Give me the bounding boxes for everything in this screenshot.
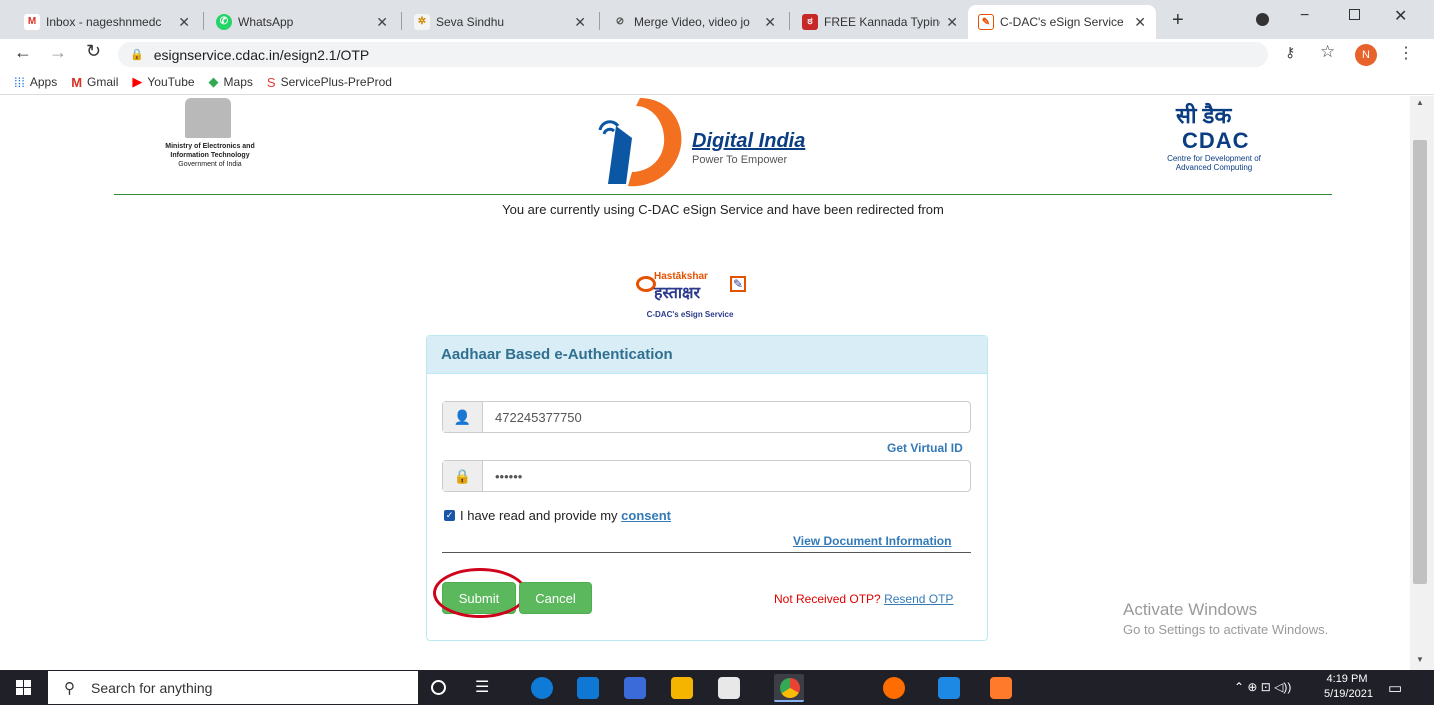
task-view-icon[interactable]: ☰ [475, 677, 489, 697]
form-divider [442, 552, 971, 553]
close-icon[interactable]: ✕ [376, 14, 388, 31]
view-document-link[interactable]: View Document Information [793, 534, 951, 548]
cdac-logo: CDAC [1182, 128, 1250, 153]
lock-icon: 🔒 [130, 49, 144, 61]
tab-strip: M Inbox - nageshnmedc ✕ ✆ WhatsApp ✕ ✲ S… [0, 0, 1434, 39]
bookmark-gmail[interactable]: M Gmail [71, 75, 118, 90]
recorder-app-icon[interactable] [990, 677, 1012, 699]
clock[interactable]: 4:19 PM 5/19/2021 [1324, 672, 1373, 702]
hastakshar-swirl-icon [636, 276, 656, 292]
get-virtual-id-link[interactable]: Get Virtual ID [887, 441, 963, 455]
store-icon[interactable] [718, 677, 740, 699]
notification-icon[interactable]: ▭ [1388, 679, 1402, 697]
scroll-down-icon[interactable]: ▼ [1416, 655, 1424, 664]
close-icon[interactable]: ✕ [574, 14, 586, 31]
digital-india-logo [598, 98, 682, 187]
consent-checkbox[interactable]: ✓ [444, 510, 455, 521]
resend-otp-link[interactable]: Resend OTP [884, 592, 953, 606]
whatsapp-icon: ✆ [216, 14, 232, 30]
forward-arrow-icon[interactable]: → [49, 42, 67, 63]
tab-seva-sindhu[interactable]: ✲ Seva Sindhu ✕ [404, 5, 596, 39]
cancel-button[interactable]: Cancel [519, 582, 592, 614]
bookmark-apps[interactable]: ⁞⁞⁞ Apps [14, 75, 57, 90]
tab-cdac-esign[interactable]: ✎ C-DAC's eSign Service ✕ [968, 5, 1156, 39]
emblem-icon [185, 98, 231, 138]
edge-icon[interactable] [531, 677, 553, 699]
aadhaar-input[interactable]: 👤 472245377750 [442, 401, 971, 433]
restore-button[interactable] [1349, 9, 1360, 20]
chrome-icon [780, 678, 800, 698]
key-icon[interactable]: ⚷ [1285, 44, 1295, 61]
close-window-button[interactable]: ✕ [1394, 6, 1407, 26]
meity-text: Ministry of Electronics and Information … [165, 143, 255, 168]
maps-icon: ◆ [208, 74, 219, 89]
tab-kannada-typing[interactable]: ಠ FREE Kannada Typing | ✕ [792, 5, 968, 39]
redirect-notice: You are currently using C-DAC eSign Serv… [502, 202, 944, 217]
tab-gmail[interactable]: M Inbox - nageshnmedc ✕ [14, 5, 200, 39]
gmail-icon: M [71, 74, 83, 90]
file-explorer-icon[interactable] [671, 677, 693, 699]
cortana-icon[interactable] [431, 680, 446, 695]
tab-search-icon[interactable] [1256, 13, 1269, 26]
close-icon[interactable]: ✕ [1134, 14, 1146, 31]
pen-icon: ✎ [730, 276, 746, 292]
scroll-up-icon[interactable]: ▲ [1416, 98, 1424, 107]
tray-icons[interactable]: ⌃ ⊕ ⊡ ◁)) [1234, 680, 1291, 694]
new-tab-button[interactable]: + [1172, 9, 1184, 32]
word-icon[interactable] [624, 677, 646, 699]
serviceplus-icon: S [266, 74, 276, 90]
consent-text: I have read and provide my consent [460, 508, 672, 523]
bookmark-maps[interactable]: ◆ Maps [209, 74, 253, 90]
activate-title: Activate Windows [1123, 600, 1258, 619]
header-divider [114, 194, 1332, 195]
link-icon: ⊘ [612, 14, 628, 30]
close-icon[interactable]: ✕ [764, 14, 776, 31]
otp-input[interactable]: 🔒 •••••• [442, 460, 971, 492]
star-icon[interactable]: ☆ [1320, 42, 1335, 62]
search-icon: ⚲ [64, 679, 75, 697]
pen-app-icon[interactable] [938, 677, 960, 699]
bookmark-serviceplus[interactable]: S ServicePlus-PreProd [267, 75, 392, 90]
kannada-typing-icon: ಠ [802, 14, 818, 30]
taskbar-search[interactable]: ⚲ Search for anything [48, 671, 418, 704]
windows-start-icon[interactable] [16, 680, 31, 695]
minimize-button[interactable]: − [1300, 7, 1309, 25]
browser-toolbar: ← → ↻ 🔒 esignservice.cdac.in/esign2.1/OT… [0, 39, 1434, 70]
scrollbar-thumb[interactable] [1413, 140, 1427, 584]
tab-whatsapp[interactable]: ✆ WhatsApp ✕ [206, 5, 398, 39]
highlight-circle [433, 568, 527, 618]
lock-icon: 🔒 [443, 461, 483, 491]
activate-subtitle: Go to Settings to activate Windows. [1123, 622, 1329, 637]
panel-heading: Aadhaar Based e-Authentication [427, 336, 987, 374]
esign-icon: ✎ [978, 14, 994, 30]
gmail-icon: M [24, 14, 40, 30]
bookmarks-bar: ⁞⁞⁞ Apps M Gmail ▶ YouTube ◆ Maps S ServicePl… [0, 70, 1434, 95]
seva-sindhu-icon: ✲ [414, 14, 430, 30]
bookmark-youtube[interactable]: ▶ YouTube [132, 74, 194, 90]
apps-grid-icon: ⁞⁞⁞ [14, 74, 25, 90]
youtube-icon: ▶ [132, 74, 143, 89]
paint-app-icon[interactable] [883, 677, 905, 699]
profile-avatar[interactable]: N [1355, 44, 1377, 66]
user-icon: 👤 [443, 402, 483, 432]
consent-link[interactable]: consent [621, 508, 671, 523]
otp-resend-text: Not Received OTP? Resend OTP [774, 592, 954, 606]
back-arrow-icon[interactable]: ← [14, 42, 32, 63]
menu-icon[interactable]: ⋮ [1398, 43, 1414, 63]
mail-icon[interactable] [577, 677, 599, 699]
cdac-text: Centre for Development of Advanced Compu… [1167, 154, 1261, 172]
address-bar[interactable]: 🔒 esignservice.cdac.in/esign2.1/OTP [118, 42, 1268, 67]
reload-icon[interactable]: ↻ [86, 41, 101, 62]
close-icon[interactable]: ✕ [946, 14, 958, 31]
close-icon[interactable]: ✕ [178, 14, 190, 31]
tab-merge-video[interactable]: ⊘ Merge Video, video jo ✕ [602, 5, 786, 39]
